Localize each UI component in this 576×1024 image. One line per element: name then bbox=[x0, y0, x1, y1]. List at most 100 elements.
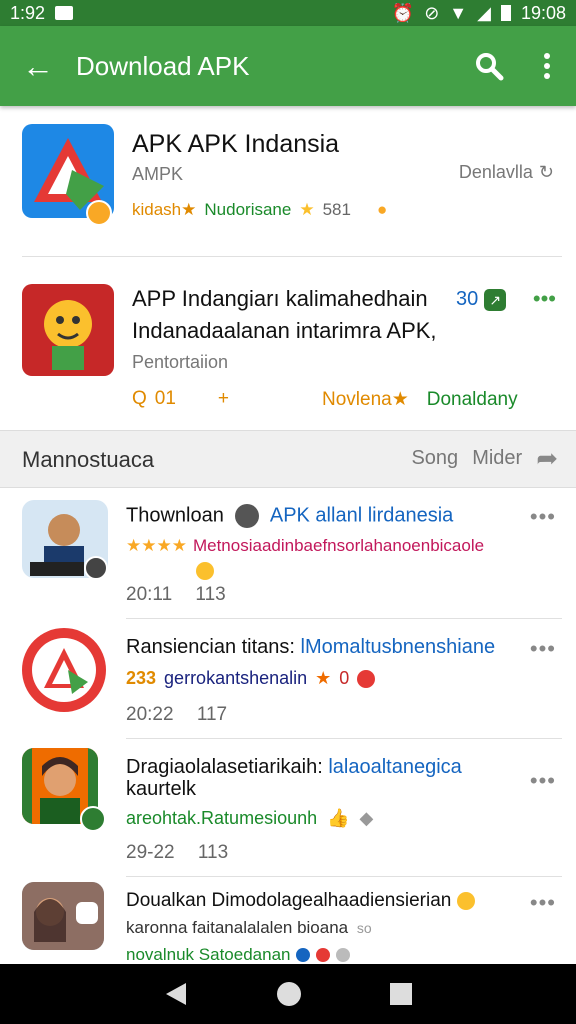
item-line2: 233 gerrokantshenalin ★ 0 bbox=[126, 668, 376, 689]
app-title: APK APK Indansia bbox=[132, 130, 340, 158]
thumbs-up-icon: 👍 bbox=[327, 808, 350, 828]
item-title: Dragiaolalasetiarikaih: lalaoaltanegica bbox=[126, 756, 462, 779]
item-description: Metnosiaadinbaefnsorlahanoenbicaole bbox=[192, 536, 485, 555]
item-title-link[interactable]: lalaoaltanegica bbox=[328, 756, 461, 778]
rating-stars: ★★★★ bbox=[126, 536, 187, 555]
item-description: gerrokantshenalin bbox=[164, 668, 308, 688]
item-count: 117 bbox=[196, 704, 228, 725]
item-description: areohtak.Ratumesiounh bbox=[126, 808, 318, 828]
refresh-badge-icon bbox=[84, 556, 108, 580]
drop-icon: ◆ bbox=[359, 808, 374, 828]
badge-icon bbox=[86, 200, 112, 226]
divider bbox=[126, 738, 562, 739]
more-vert-icon bbox=[544, 53, 550, 79]
meta-left: 01 bbox=[154, 388, 176, 409]
mute-icon: ⊘ bbox=[424, 2, 440, 23]
item-title: Doualkan Dimodolagealhaadiensierian bbox=[126, 890, 475, 912]
item-line3: novalnuk Satoedanan bbox=[126, 946, 351, 964]
item-number: 233 bbox=[126, 668, 157, 688]
plus-icon: + bbox=[217, 388, 230, 409]
item-count: 113 bbox=[195, 584, 226, 605]
item-time: 20:22 bbox=[126, 704, 174, 725]
star-icon: ★ bbox=[315, 668, 332, 688]
search-icon bbox=[476, 53, 504, 81]
badge-red-icon bbox=[316, 948, 331, 962]
page-title: Download APK bbox=[76, 50, 250, 81]
more-dots[interactable]: ••• bbox=[533, 286, 556, 312]
item-title: Ransiencian titans: lMomaltusbnenshiane bbox=[126, 636, 495, 659]
back-button[interactable]: ← bbox=[0, 26, 76, 106]
item-more-button[interactable]: ••• bbox=[530, 636, 556, 662]
app-title-line1: APP Indangiarı kalimahedhain bbox=[132, 286, 428, 311]
search-button[interactable] bbox=[460, 26, 518, 106]
emoji-icon bbox=[456, 891, 475, 910]
home-circle-icon[interactable] bbox=[276, 981, 302, 1007]
trend-badge-icon bbox=[80, 806, 106, 832]
version-badge: 30 ↗ bbox=[456, 288, 507, 311]
status-clock: 19:08 bbox=[520, 2, 566, 23]
app-title-line2: Indanadaalanan intarimra APK, bbox=[132, 318, 437, 343]
item-title-link[interactable]: lMomaltusbnenshiane bbox=[301, 636, 496, 658]
item-more-button[interactable]: ••• bbox=[530, 768, 556, 794]
item-more-button[interactable]: ••• bbox=[530, 504, 556, 530]
avatar bbox=[22, 628, 106, 712]
divider bbox=[126, 618, 562, 619]
app-meta: kidash★ Nudorisane ★ 581 ● bbox=[132, 200, 387, 220]
badge-grey-icon bbox=[336, 948, 351, 962]
section-title: Mannostuaca bbox=[22, 447, 155, 472]
status-time: 1:92 bbox=[10, 2, 46, 23]
meta-green: Nudorisane bbox=[204, 200, 292, 219]
overflow-menu-button[interactable] bbox=[518, 26, 576, 106]
meta-orange: kidash★ bbox=[132, 200, 197, 219]
item-line2: ★★★★ Metnosiaadinbaefnsorlahanoenbicaole bbox=[126, 536, 484, 556]
meta-green: Donaldany bbox=[426, 388, 518, 410]
notification-icon bbox=[55, 6, 74, 20]
alarm-icon: ⏰ bbox=[391, 2, 415, 23]
signal-icon: ◢ bbox=[477, 2, 491, 23]
item-description: karonna faitanalalalen bioana bbox=[126, 918, 349, 937]
rating-value: 581 bbox=[322, 200, 351, 219]
share-icon[interactable]: ➦ bbox=[536, 443, 558, 474]
star-icon: ★ bbox=[299, 200, 315, 219]
badge-blue-icon bbox=[296, 948, 311, 962]
status-bar: 1:92 ⏰ ⊘ ▼ ◢ 19:08 bbox=[0, 0, 576, 26]
item-small: so bbox=[356, 920, 372, 936]
refresh-icon: ↻ bbox=[538, 162, 554, 182]
emoji-icon: ● bbox=[376, 200, 388, 219]
app-bar: ← Download APK bbox=[0, 26, 576, 106]
divider bbox=[22, 256, 562, 257]
divider bbox=[126, 876, 562, 877]
app-meta: Q 01 + bbox=[132, 388, 229, 410]
item-title-main: Doualkan Dimodolagealhaadiensierian bbox=[126, 890, 452, 911]
download-label[interactable]: Denlavlla ↻ bbox=[459, 162, 554, 183]
recents-square-icon[interactable] bbox=[390, 983, 412, 1005]
item-meta: 29-22 113 bbox=[126, 842, 228, 864]
battery-icon bbox=[500, 5, 511, 21]
app-subtitle: Pentortaiion bbox=[132, 352, 229, 372]
item-title-main: Thownloan bbox=[126, 504, 224, 527]
item-meta: 20:22 117 bbox=[126, 704, 227, 726]
app-subtitle: AMPK bbox=[132, 164, 184, 184]
item-title-link[interactable]: APK allanl lirdanesia bbox=[270, 504, 453, 526]
item-more-button[interactable]: ••• bbox=[530, 890, 556, 916]
item-meta: 20:11 113 bbox=[126, 584, 226, 606]
badge-icon bbox=[357, 669, 376, 688]
item-time: 29-22 bbox=[126, 842, 175, 863]
arrow-left-icon: ← bbox=[22, 47, 54, 84]
meta-orange: Novlena★ bbox=[322, 389, 409, 410]
item-title-line2: kaurtelk bbox=[126, 778, 197, 800]
item-line3: areohtak.Ratumesiounh 👍 ◆ bbox=[126, 808, 373, 829]
item-tag: novalnuk Satoedanan bbox=[126, 946, 291, 964]
system-nav-bar bbox=[0, 964, 576, 1024]
filter-button[interactable]: Mider bbox=[472, 447, 522, 470]
app-icon bbox=[22, 284, 114, 376]
app-meta-right: Novlena★ Donaldany bbox=[322, 388, 518, 411]
item-title-main: Ransiencian titans: bbox=[126, 636, 295, 658]
emoji-icon bbox=[196, 562, 214, 580]
back-triangle-icon[interactable] bbox=[164, 981, 188, 1007]
item-count: 113 bbox=[197, 842, 229, 863]
download-label-text: Denlavlla bbox=[458, 162, 533, 182]
meta-left-icon: Q bbox=[132, 388, 147, 409]
sort-button[interactable]: Song bbox=[411, 447, 458, 470]
item-title: Thownloan APK allanl lirdanesia bbox=[126, 504, 453, 528]
